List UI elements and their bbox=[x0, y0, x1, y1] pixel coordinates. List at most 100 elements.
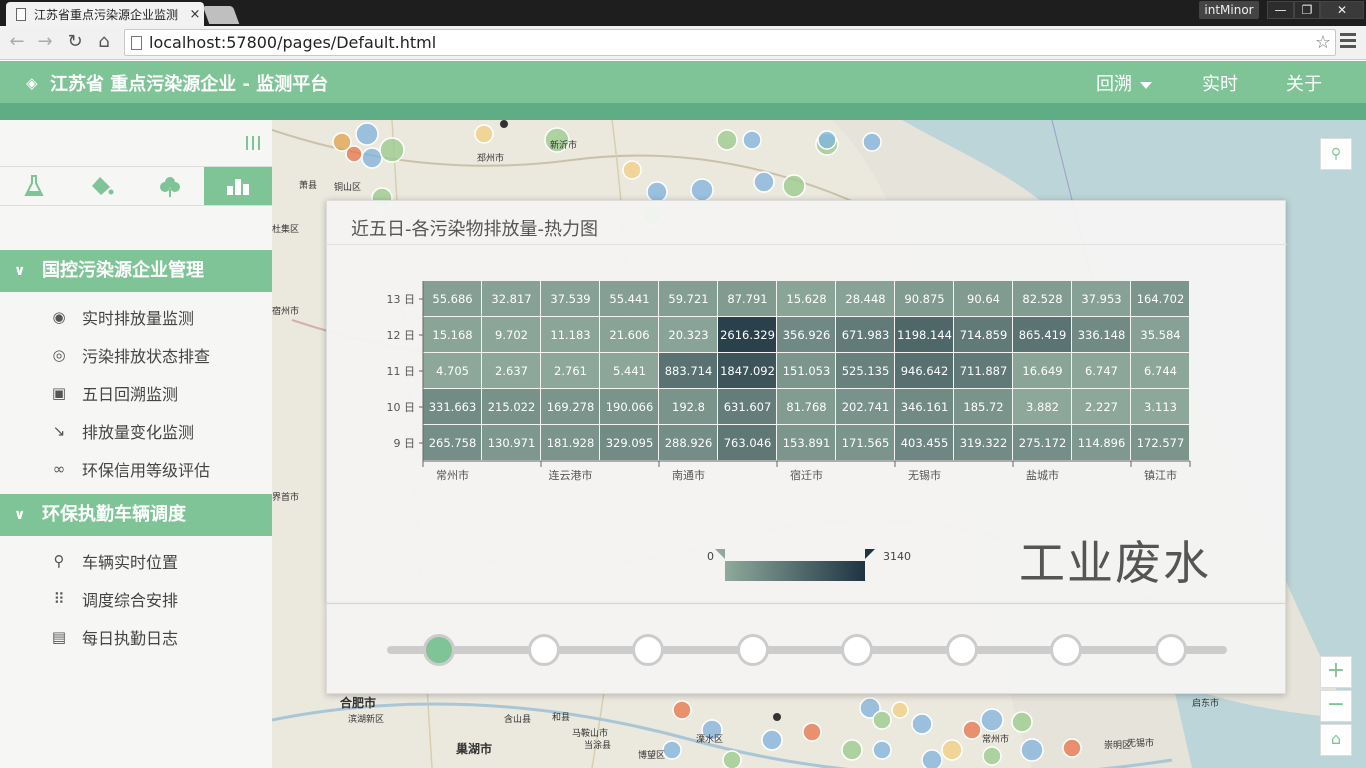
heatmap-cell-label: 55.441 bbox=[609, 292, 649, 306]
heatmap-cell-label: 21.606 bbox=[609, 328, 649, 342]
heatmap-cell-label: 356.926 bbox=[783, 328, 831, 342]
restore-button[interactable]: ❐ bbox=[1294, 1, 1320, 19]
timeline-node[interactable] bbox=[736, 634, 769, 666]
trend-icon: ↘ bbox=[52, 422, 66, 440]
heatmap-cell-label: 20.323 bbox=[668, 328, 708, 342]
map-search-button[interactable]: ⚲ bbox=[1320, 138, 1352, 170]
browser-tab-strip: 江苏省重点污染源企业监测 × intMinor — ❐ ✕ bbox=[0, 0, 1366, 26]
sidebar-item-label: 污染排放状态排查 bbox=[82, 347, 211, 366]
timeline-node[interactable] bbox=[423, 634, 455, 666]
browser-menu-icon[interactable] bbox=[1340, 33, 1356, 51]
close-tab-icon[interactable]: × bbox=[186, 7, 204, 22]
chevron-down-icon: ∨ bbox=[14, 263, 26, 279]
sidebar-item-five-day-replay[interactable]: ▣ 五日回溯监测 bbox=[48, 381, 178, 405]
heatmap-cell-label: 525.135 bbox=[842, 364, 890, 378]
zoom-in-button[interactable]: + bbox=[1320, 656, 1352, 688]
bar-chart-icon bbox=[227, 179, 249, 195]
map-label: 溧水区 bbox=[696, 735, 724, 745]
heatmap-cell-label: 2.761 bbox=[554, 364, 587, 378]
heatmap-cell-label: 403.455 bbox=[901, 436, 949, 450]
zoom-out-button[interactable]: − bbox=[1320, 690, 1352, 722]
app-title: 江苏省 重点污染源企业 - 监测平台 bbox=[50, 74, 329, 95]
heatmap-cell-label: 151.053 bbox=[783, 364, 831, 378]
heatmap-cell-label: 714.859 bbox=[960, 328, 1008, 342]
sidebar-item-status-check[interactable]: ◎ 污染排放状态排查 bbox=[48, 343, 210, 367]
x-tick-label: 盐城市 bbox=[1026, 468, 1059, 482]
browser-tab[interactable]: 江苏省重点污染源企业监测 × bbox=[6, 2, 204, 26]
sidebar-item-duty-log[interactable]: ▤ 每日执勤日志 bbox=[48, 625, 178, 649]
collapse-sidebar-icon[interactable] bbox=[246, 136, 260, 150]
heatmap-cell-label: 16.649 bbox=[1022, 364, 1062, 378]
profile-button[interactable]: intMinor bbox=[1199, 1, 1259, 19]
grid-icon: ⠿ bbox=[53, 590, 65, 608]
section-pollution-source-mgmt[interactable]: ∨ 国控污染源企业管理 bbox=[0, 250, 272, 292]
heatmap-cell-label: 59.721 bbox=[668, 292, 708, 306]
page-icon bbox=[131, 36, 142, 50]
tab-title: 江苏省重点污染源企业监测 bbox=[34, 7, 179, 22]
home-icon: ⌂ bbox=[1330, 729, 1342, 748]
heatmap-cell-label: 15.168 bbox=[432, 328, 472, 342]
sidebar-item-change-monitor[interactable]: ↘ 排放量变化监测 bbox=[48, 419, 194, 443]
sidebar: ∨ 国控污染源企业管理 ◉ 实时排放量监测 ◎ 污染排放状态排查 ▣ 五日回溯监测 ↘… bbox=[0, 120, 272, 768]
tab-chart[interactable] bbox=[204, 167, 272, 205]
sidebar-item-realtime-emission[interactable]: ◉ 实时排放量监测 bbox=[48, 305, 194, 329]
x-tick-label: 常州市 bbox=[436, 468, 469, 482]
bookmark-star-icon[interactable]: ☆ bbox=[1315, 30, 1331, 55]
heatmap-cell-label: 28.448 bbox=[845, 292, 885, 306]
heatmap-cell-label: 172.577 bbox=[1137, 436, 1185, 450]
reload-icon[interactable]: ↻ bbox=[64, 31, 86, 53]
map-label: 合肥市 bbox=[340, 696, 377, 710]
close-window-button[interactable]: ✕ bbox=[1320, 1, 1364, 19]
sidebar-item-label: 环保信用等级评估 bbox=[82, 461, 211, 480]
y-tick-label: 11 日 bbox=[387, 365, 416, 378]
eye-icon: ◉ bbox=[52, 308, 66, 326]
map-label: 宿州市 bbox=[272, 307, 300, 317]
sidebar-item-credit-rating[interactable]: ∞ 环保信用等级评估 bbox=[48, 457, 210, 481]
heatmap-cell-label: 265.758 bbox=[429, 436, 477, 450]
timeline-node[interactable] bbox=[632, 634, 664, 666]
timeline-node[interactable] bbox=[841, 634, 873, 666]
heatmap-cell-label: 153.891 bbox=[783, 436, 831, 450]
url-input[interactable]: localhost:57800/pages/Default.html ☆ bbox=[124, 29, 1336, 56]
sidebar-item-label: 每日执勤日志 bbox=[82, 629, 179, 648]
color-legend-bar bbox=[725, 561, 865, 581]
heatmap-cell-label: 336.148 bbox=[1078, 328, 1126, 342]
map-label: 界首市 bbox=[272, 493, 300, 503]
legend-min-label: 0 bbox=[707, 550, 714, 563]
heatmap-cell-label: 9.702 bbox=[495, 328, 528, 342]
home-extent-button[interactable]: ⌂ bbox=[1320, 724, 1352, 756]
nav-realtime[interactable]: 实时 bbox=[1202, 70, 1238, 96]
timeline-node[interactable] bbox=[945, 634, 978, 666]
tab-bucket[interactable] bbox=[68, 167, 136, 205]
section-vehicle-dispatch[interactable]: ∨ 环保执勤车辆调度 bbox=[0, 494, 272, 536]
minimize-button[interactable]: — bbox=[1267, 1, 1294, 19]
sidebar-item-vehicle-location[interactable]: ⚲ 车辆实时位置 bbox=[48, 549, 179, 573]
map-label: 启东市 bbox=[1192, 699, 1220, 709]
section-title: 国控污染源企业管理 bbox=[42, 260, 204, 281]
tab-tree[interactable] bbox=[136, 167, 204, 205]
heatmap-panel: 近五日-各污染物排放量-热力图 55.686 32.817 37.539 55.441… bbox=[326, 200, 1287, 604]
back-icon[interactable]: ← bbox=[6, 31, 28, 53]
sidebar-item-label: 五日回溯监测 bbox=[82, 385, 179, 404]
nav-about[interactable]: 关于 bbox=[1286, 70, 1322, 96]
timeline-node[interactable] bbox=[1154, 634, 1187, 666]
forward-icon[interactable]: → bbox=[34, 31, 56, 53]
timeline-node[interactable] bbox=[1050, 634, 1082, 666]
heatmap-cell-label: 87.791 bbox=[727, 292, 767, 306]
heatmap-cell-label: 763.046 bbox=[724, 436, 772, 450]
sidebar-item-label: 调度综合安排 bbox=[82, 591, 179, 610]
nav-replay-dropdown[interactable]: 回溯 bbox=[1096, 70, 1152, 96]
heatmap-cell-label: 329.095 bbox=[606, 436, 654, 450]
sidebar-item-dispatch-plan[interactable]: ⠿ 调度综合安排 bbox=[48, 587, 179, 611]
tab-flask[interactable] bbox=[0, 167, 68, 205]
x-tick-label: 宿迁市 bbox=[790, 468, 823, 482]
timeline-node[interactable] bbox=[527, 634, 560, 666]
heatmap-cell-label: 3.113 bbox=[1144, 400, 1177, 414]
heatmap-cell-label: 3.882 bbox=[1026, 400, 1059, 414]
heatmap-cell-label: 90.875 bbox=[904, 292, 944, 306]
heatmap-cell-label: 192.8 bbox=[672, 400, 705, 414]
timeline-track[interactable] bbox=[387, 646, 1227, 654]
new-tab-button[interactable] bbox=[202, 6, 240, 24]
url-text: localhost:57800/pages/Default.html bbox=[149, 33, 437, 52]
home-icon[interactable]: ⌂ bbox=[93, 31, 115, 53]
